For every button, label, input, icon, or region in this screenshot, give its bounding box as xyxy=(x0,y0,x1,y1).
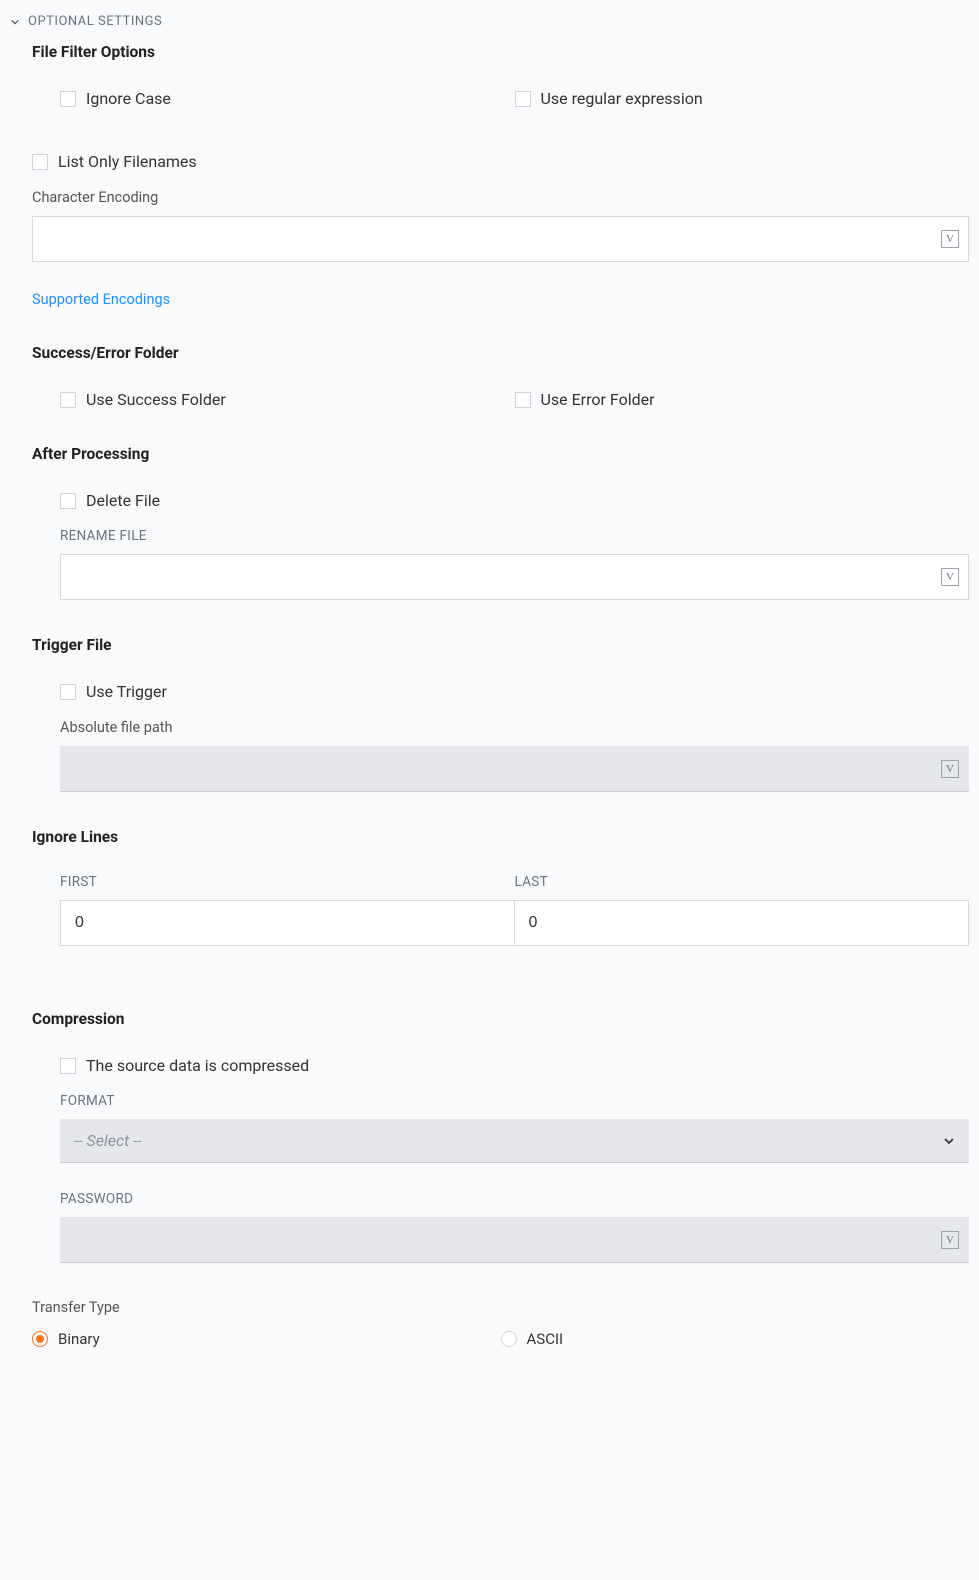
checkbox-box-icon xyxy=(515,91,531,107)
checkbox-box-icon xyxy=(60,684,76,700)
use-error-folder-checkbox[interactable]: Use Error Folder xyxy=(515,390,970,409)
checkbox-box-icon xyxy=(60,493,76,509)
first-input[interactable] xyxy=(60,900,515,946)
ascii-label: ASCII xyxy=(527,1330,564,1348)
radio-unselected-icon xyxy=(501,1331,517,1347)
password-label: PASSWORD xyxy=(60,1191,969,1207)
supported-encodings-link[interactable]: Supported Encodings xyxy=(32,291,170,308)
character-encoding-input[interactable] xyxy=(32,216,969,262)
ignore-lines-title: Ignore Lines xyxy=(32,828,969,846)
character-encoding-label: Character Encoding xyxy=(32,189,969,206)
list-only-filenames-label: List Only Filenames xyxy=(58,152,197,171)
use-trigger-checkbox[interactable]: Use Trigger xyxy=(60,682,969,701)
checkbox-box-icon xyxy=(60,91,76,107)
variable-picker-icon[interactable]: V xyxy=(941,568,959,586)
ascii-radio[interactable]: ASCII xyxy=(501,1330,970,1348)
source-compressed-label: The source data is compressed xyxy=(86,1056,309,1075)
checkbox-box-icon xyxy=(515,392,531,408)
compression-title: Compression xyxy=(32,1010,969,1028)
binary-radio[interactable]: Binary xyxy=(32,1330,501,1348)
use-regex-label: Use regular expression xyxy=(541,89,703,108)
use-trigger-label: Use Trigger xyxy=(86,682,167,701)
ignore-case-checkbox[interactable]: Ignore Case xyxy=(60,89,515,108)
chevron-down-icon xyxy=(943,1135,955,1147)
format-select: -- Select -- xyxy=(60,1119,969,1163)
checkbox-box-icon xyxy=(60,392,76,408)
checkbox-box-icon xyxy=(32,154,48,170)
trigger-file-title: Trigger File xyxy=(32,636,969,654)
chevron-down-icon xyxy=(10,17,20,27)
format-label: FORMAT xyxy=(60,1093,969,1109)
optional-settings-header[interactable]: OPTIONAL SETTINGS xyxy=(0,0,979,43)
rename-file-input[interactable] xyxy=(60,554,969,600)
use-regex-checkbox[interactable]: Use regular expression xyxy=(515,89,970,108)
delete-file-label: Delete File xyxy=(86,491,160,510)
list-only-filenames-checkbox[interactable]: List Only Filenames xyxy=(32,152,969,171)
last-label: LAST xyxy=(515,874,970,890)
transfer-type-label: Transfer Type xyxy=(32,1299,969,1316)
variable-picker-icon[interactable]: V xyxy=(941,230,959,248)
file-filter-title: File Filter Options xyxy=(32,43,969,61)
binary-label: Binary xyxy=(58,1330,100,1348)
rename-file-label: RENAME FILE xyxy=(60,528,969,544)
absolute-path-label: Absolute file path xyxy=(60,719,969,736)
format-placeholder: -- Select -- xyxy=(74,1131,142,1150)
optional-settings-title: OPTIONAL SETTINGS xyxy=(28,14,162,29)
ignore-case-label: Ignore Case xyxy=(86,89,171,108)
success-error-title: Success/Error Folder xyxy=(32,344,969,362)
use-success-folder-checkbox[interactable]: Use Success Folder xyxy=(60,390,515,409)
password-input xyxy=(60,1217,969,1263)
last-input[interactable] xyxy=(515,900,970,946)
use-error-folder-label: Use Error Folder xyxy=(541,390,655,409)
source-compressed-checkbox[interactable]: The source data is compressed xyxy=(60,1056,969,1075)
variable-picker-icon: V xyxy=(941,1231,959,1249)
checkbox-box-icon xyxy=(60,1058,76,1074)
first-label: FIRST xyxy=(60,874,515,890)
absolute-path-input xyxy=(60,746,969,792)
radio-selected-icon xyxy=(32,1331,48,1347)
delete-file-checkbox[interactable]: Delete File xyxy=(60,491,969,510)
after-processing-title: After Processing xyxy=(32,445,969,463)
use-success-folder-label: Use Success Folder xyxy=(86,390,226,409)
variable-picker-icon: V xyxy=(941,760,959,778)
